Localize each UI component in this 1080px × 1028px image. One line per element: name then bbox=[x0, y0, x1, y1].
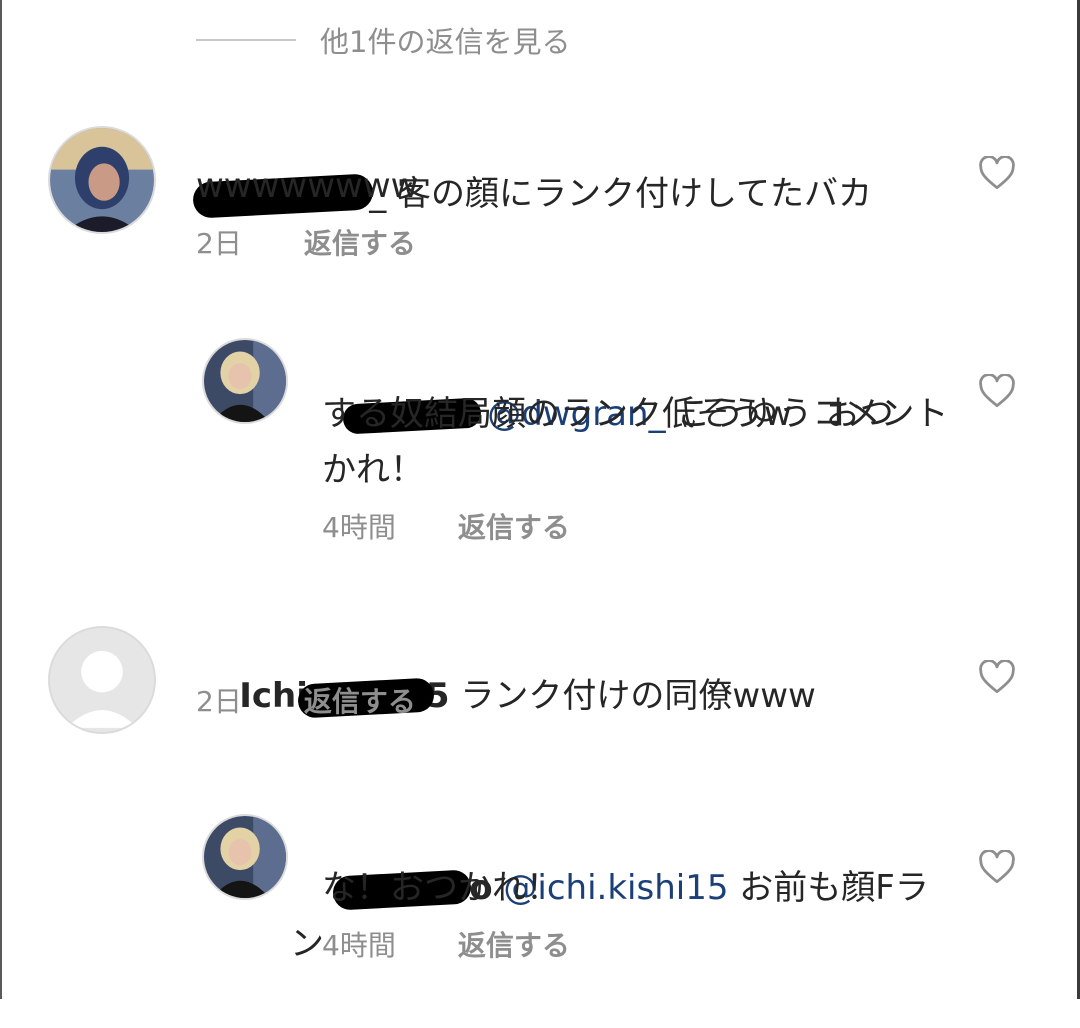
comment-text-line-3: かれ！ bbox=[322, 450, 424, 490]
comment-text-line-2: wwwwwwww bbox=[196, 166, 419, 206]
comment-line-1: 客の顔にランク付けしてたバカ bbox=[397, 174, 873, 214]
comment-text: o @ichi.kishi15 お前も顔Fラン bbox=[290, 804, 950, 1028]
comment-text-line-2: な！おつかれ！ bbox=[322, 868, 560, 908]
comment-meta: 2日 返信する bbox=[196, 222, 416, 262]
like-button[interactable] bbox=[978, 156, 1016, 190]
avatar[interactable] bbox=[202, 338, 288, 424]
view-more-replies[interactable]: 他1件の返信を見る bbox=[196, 18, 570, 62]
reply-button[interactable]: 返信する bbox=[458, 506, 570, 546]
reply-button[interactable]: 返信する bbox=[304, 680, 416, 720]
reply-button[interactable]: 返信する bbox=[458, 924, 570, 964]
comment-time: 2日 bbox=[196, 227, 242, 260]
comment-meta: 4時間 返信する bbox=[322, 506, 570, 546]
user-avatar-image bbox=[50, 128, 154, 232]
avatar[interactable] bbox=[48, 626, 156, 734]
view-more-label: 他1件の返信を見る bbox=[320, 25, 571, 59]
comment-text-line-2: する奴結局顔のランク低そうw おつ bbox=[322, 394, 894, 434]
view-more-line bbox=[196, 39, 296, 41]
heart-outline-icon bbox=[979, 156, 1015, 190]
user-avatar-image bbox=[204, 340, 286, 422]
comment-time: 2日 bbox=[196, 685, 242, 718]
comment-time: 4時間 bbox=[322, 929, 396, 962]
comment-meta: 4時間 返信する bbox=[322, 924, 570, 964]
heart-outline-icon bbox=[979, 660, 1015, 694]
like-button[interactable] bbox=[978, 660, 1016, 694]
default-avatar-icon bbox=[50, 628, 154, 732]
comment-time: 4時間 bbox=[322, 511, 396, 544]
user-avatar-image bbox=[204, 816, 286, 898]
left-edge bbox=[0, 0, 2, 999]
avatar[interactable] bbox=[202, 814, 288, 900]
heart-outline-icon bbox=[979, 850, 1015, 884]
avatar[interactable] bbox=[48, 126, 156, 234]
comment-line-1: ランク付けの同僚www bbox=[460, 676, 816, 716]
comment-meta: 2日 返信する bbox=[196, 680, 416, 720]
like-button[interactable] bbox=[978, 374, 1016, 408]
heart-outline-icon bbox=[979, 374, 1015, 408]
like-button[interactable] bbox=[978, 850, 1016, 884]
reply-button[interactable]: 返信する bbox=[304, 222, 416, 262]
